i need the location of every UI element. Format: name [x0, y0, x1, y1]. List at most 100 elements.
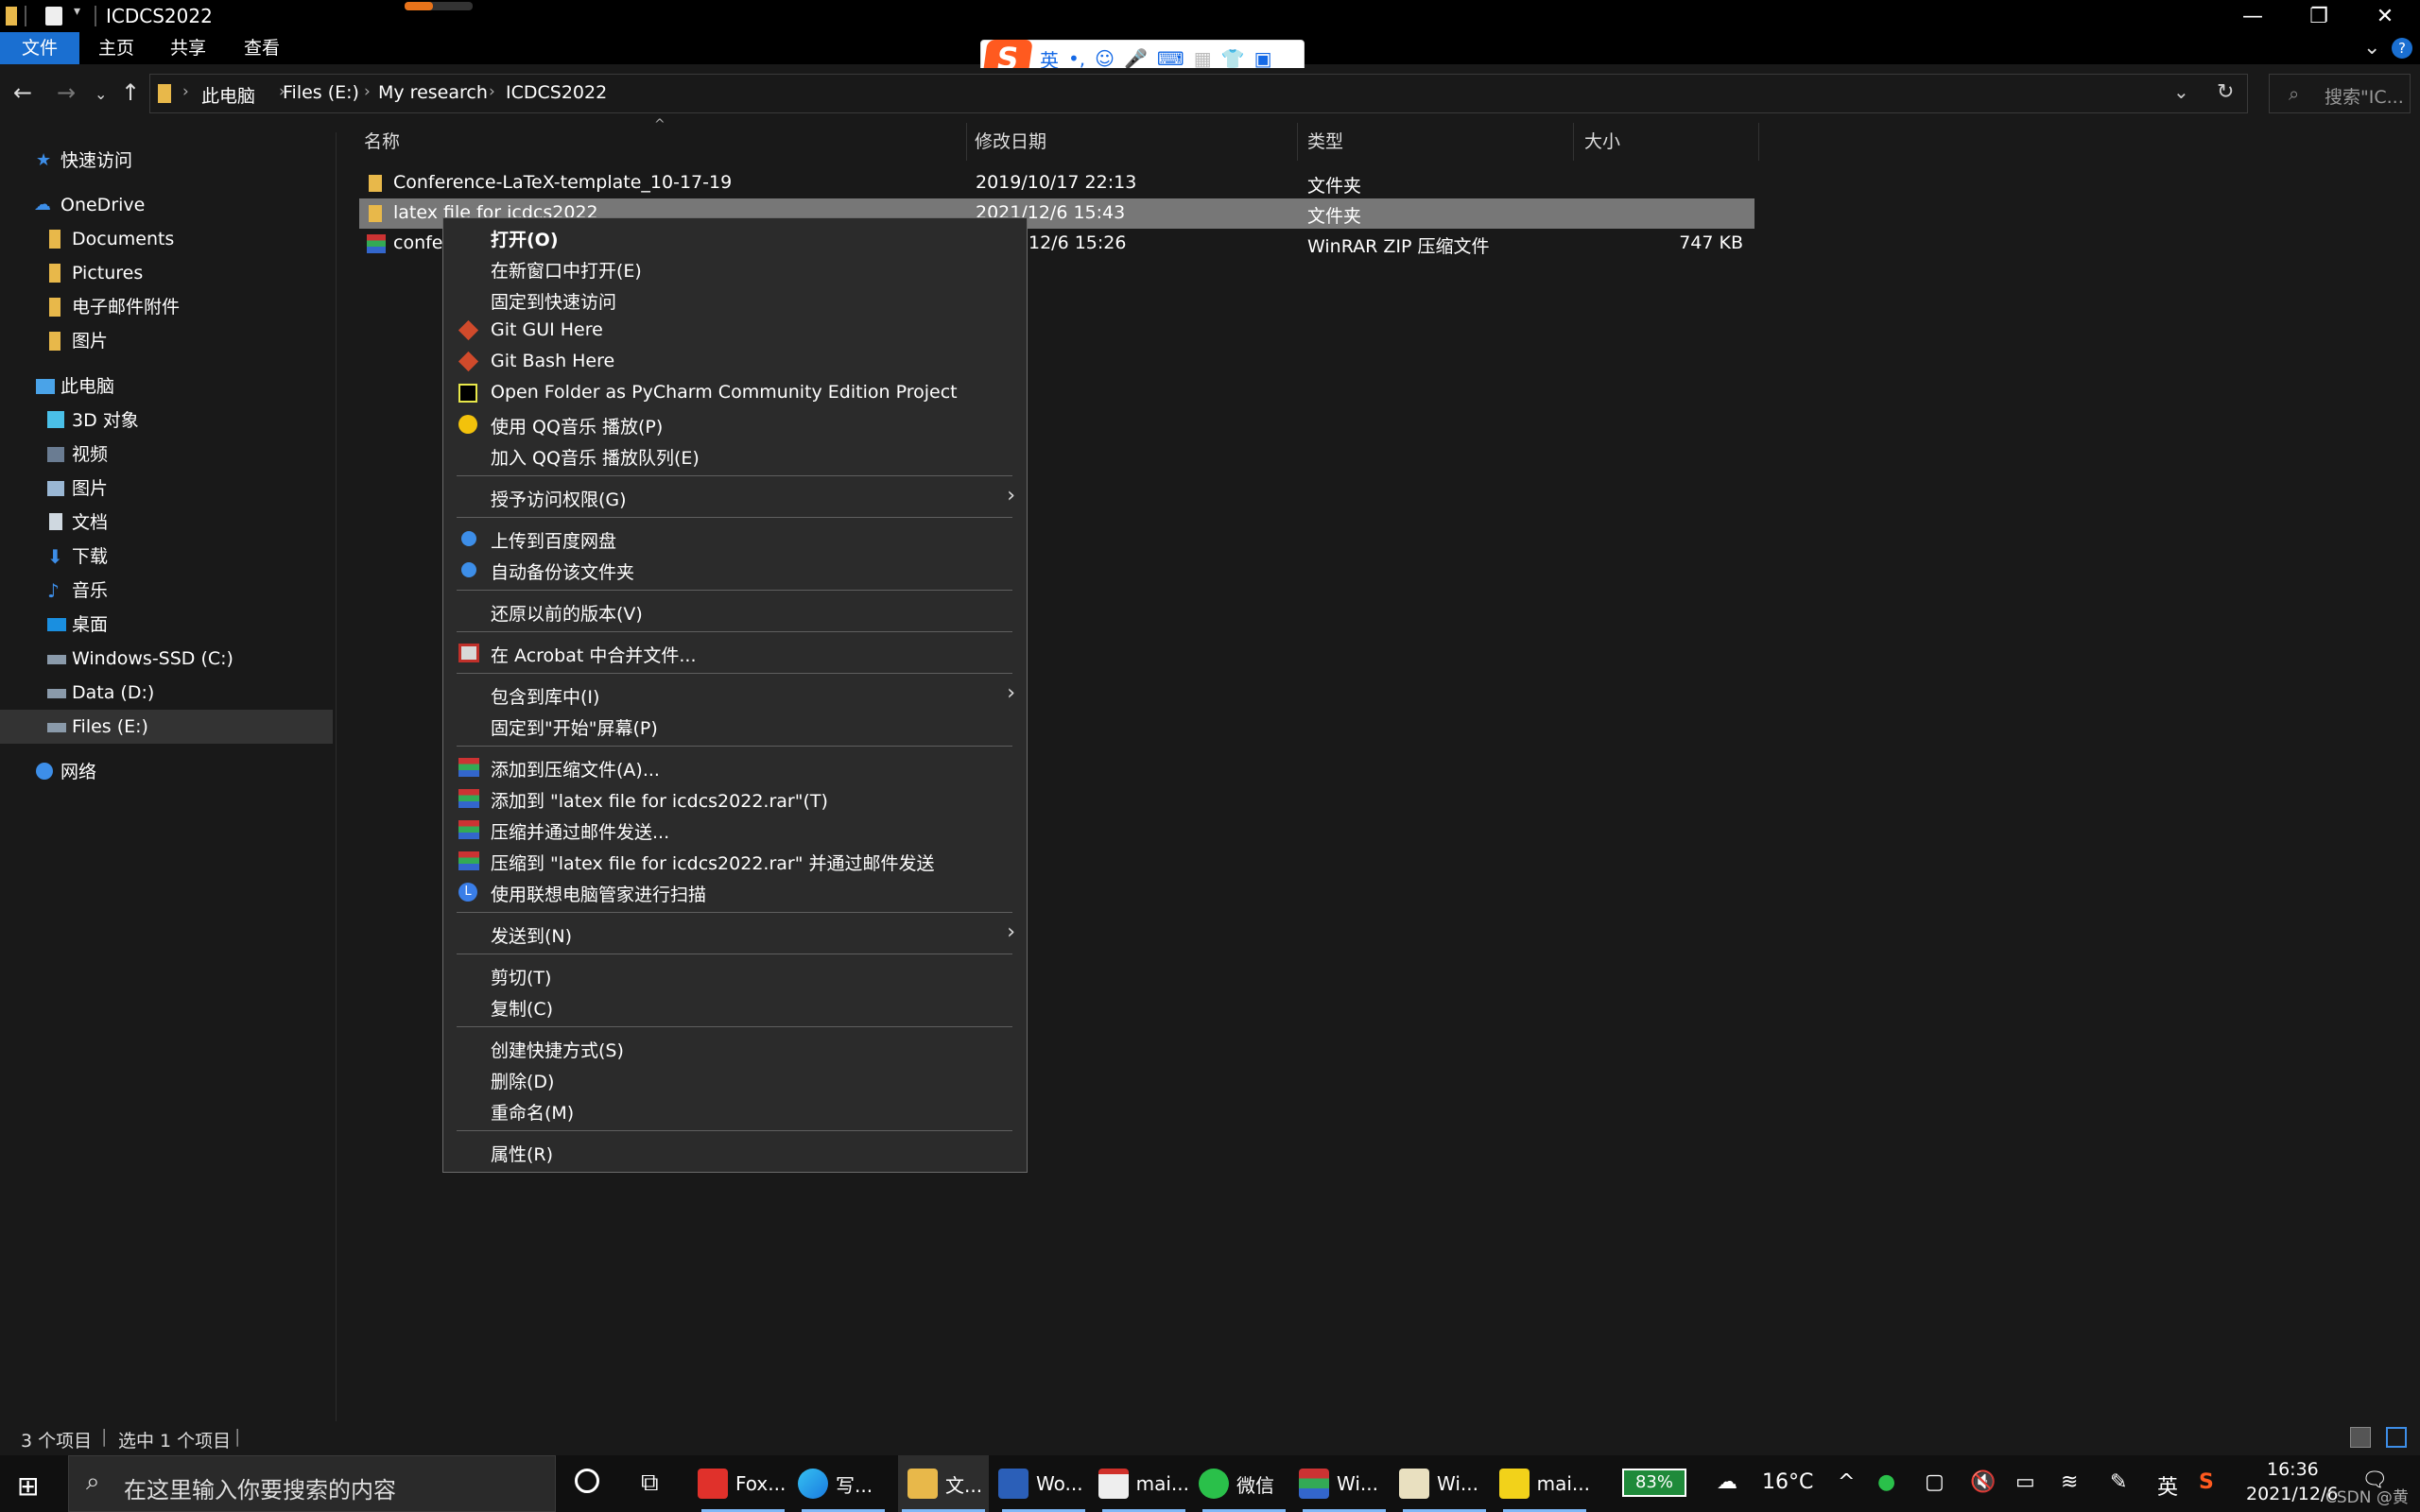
column-header-name[interactable]: 名称 [364, 128, 400, 153]
menu-item-git-bash[interactable]: Git Bash Here [443, 346, 1027, 377]
breadcrumb-icdcs2022[interactable]: ICDCS2022 [506, 82, 607, 103]
emoji-icon[interactable]: ☺ [1095, 47, 1115, 70]
menu-item-grant-access[interactable]: 授予访问权限(G) › [443, 481, 1027, 512]
column-divider[interactable] [1573, 123, 1574, 161]
tab-view[interactable]: 查看 [244, 32, 280, 64]
taskbar-app-winedt[interactable]: Wi... [1399, 1455, 1490, 1512]
recent-locations-icon[interactable]: ⌄ [95, 85, 107, 103]
menu-item-auto-backup[interactable]: 自动备份该文件夹 [443, 554, 1027, 585]
menu-item-compress-rar-email[interactable]: 压缩到 "latex file for icdcs2022.rar" 并通过邮件… [443, 845, 1027, 876]
skin-icon[interactable]: 👕 [1221, 47, 1245, 70]
menu-item-git-gui[interactable]: Git GUI Here [443, 315, 1027, 346]
windows-start-icon[interactable]: ⊞ [17, 1470, 39, 1502]
notifications-icon[interactable]: 🗨 [2361, 1469, 2388, 1492]
sidebar-item-3d-objects[interactable]: 3D 对象 [0, 404, 333, 438]
column-divider[interactable] [1758, 123, 1759, 161]
sidebar-item-desktop[interactable]: 桌面 [0, 608, 333, 642]
menu-item-copy[interactable]: 复制(C) [443, 990, 1027, 1022]
column-divider[interactable] [1297, 123, 1298, 161]
sidebar-item-documents-pc[interactable]: 文档 [0, 506, 333, 540]
sidebar-item-pictures[interactable]: Pictures [0, 256, 333, 290]
task-view-icon[interactable]: ⧉ [641, 1469, 659, 1498]
forward-button[interactable]: → [57, 79, 76, 106]
column-header-size[interactable]: 大小 [1584, 128, 1620, 153]
taskbar-app-pdf-main[interactable]: mai... [1098, 1455, 1189, 1512]
details-view-icon[interactable] [2350, 1427, 2371, 1448]
tab-share[interactable]: 共享 [170, 32, 206, 64]
taskbar-search-box[interactable]: ⌕ 在这里输入你要搜索的内容 [68, 1455, 556, 1512]
wifi-icon[interactable]: ≋ [2061, 1470, 2078, 1494]
back-button[interactable]: ← [13, 79, 32, 106]
sidebar-item-this-pc[interactable]: 此电脑 [0, 369, 333, 404]
sidebar-item-email-attachments[interactable]: 电子邮件附件 [0, 290, 333, 324]
close-button[interactable]: ✕ [2352, 0, 2418, 32]
properties-icon[interactable] [45, 7, 62, 26]
pen-icon[interactable]: ✎ [2110, 1470, 2127, 1494]
sidebar-item-pictures-pc[interactable]: 图片 [0, 472, 333, 506]
battery-indicator[interactable]: 83% [1622, 1469, 1686, 1497]
file-row[interactable]: Conference-LaTeX-template_10-17-19 2019/… [359, 168, 1754, 198]
breadcrumb-files-e[interactable]: Files (E:) [283, 82, 359, 103]
sidebar-item-documents[interactable]: Documents [0, 222, 333, 256]
minimize-button[interactable]: — [2220, 0, 2286, 32]
breadcrumb-this-pc[interactable]: 此电脑 [201, 82, 255, 108]
input-language[interactable]: 英 [2157, 1470, 2178, 1501]
wechat-tray-icon[interactable]: ● [1877, 1470, 1895, 1494]
sidebar-item-drive-d[interactable]: Data (D:) [0, 676, 333, 710]
menu-item-restore-versions[interactable]: 还原以前的版本(V) [443, 595, 1027, 627]
menu-item-add-to-rar[interactable]: 添加到 "latex file for icdcs2022.rar"(T) [443, 782, 1027, 814]
menu-item-properties[interactable]: 属性(R) [443, 1136, 1027, 1167]
taskbar-app-winrar[interactable]: Wi... [1299, 1455, 1390, 1512]
sidebar-item-music[interactable]: ♪ 音乐 [0, 574, 333, 608]
address-dropdown-icon[interactable]: ⌄ [2173, 80, 2189, 103]
menu-item-open-new-window[interactable]: 在新窗口中打开(E) [443, 252, 1027, 284]
sidebar-item-quick-access[interactable]: ★ 快速访问 [0, 144, 333, 178]
sidebar-item-drive-e[interactable]: Files (E:) [0, 710, 333, 744]
sidebar-item-onedrive-pictures[interactable]: 图片 [0, 324, 333, 358]
weather-temperature[interactable]: 16°C [1762, 1470, 1813, 1494]
column-divider[interactable] [966, 123, 967, 161]
sidebar-item-onedrive[interactable]: ☁ OneDrive [0, 188, 333, 222]
sogou-tray-icon[interactable]: S [2199, 1470, 2214, 1494]
taskbar-app-edge[interactable]: 写... [798, 1455, 889, 1512]
up-button[interactable]: ↑ [121, 79, 140, 106]
cortana-icon[interactable] [575, 1469, 599, 1493]
menu-item-open[interactable]: 打开(O) [443, 221, 1027, 252]
taskbar-app-wechat[interactable]: 微信 [1199, 1455, 1289, 1512]
help-icon[interactable]: ? [2392, 38, 2412, 59]
menu-item-create-shortcut[interactable]: 创建快捷方式(S) [443, 1032, 1027, 1063]
menu-item-acrobat-combine[interactable]: 在 Acrobat 中合并文件... [443, 637, 1027, 668]
column-header-modified[interactable]: 修改日期 [975, 128, 1046, 153]
taskbar-app-file-explorer[interactable]: 文... [898, 1455, 989, 1512]
menu-grid-icon[interactable]: ▣ [1254, 47, 1272, 70]
weather-cloud-icon[interactable]: ☁ [1717, 1470, 1737, 1494]
column-header-type[interactable]: 类型 [1307, 128, 1343, 153]
large-icons-view-icon[interactable] [2386, 1427, 2407, 1448]
ime-punctuation-toggle[interactable]: •, [1068, 47, 1085, 70]
quick-access-dropdown-icon[interactable]: ▾ [74, 4, 80, 19]
clock-time[interactable]: 16:36 [2267, 1459, 2319, 1480]
toolbox-icon[interactable]: ▦ [1194, 47, 1212, 70]
sidebar-item-downloads[interactable]: ⬇ 下载 [0, 540, 333, 574]
tab-home[interactable]: 主页 [98, 32, 134, 64]
microphone-icon[interactable]: 🎤 [1124, 47, 1148, 70]
refresh-icon[interactable]: ↻ [2217, 80, 2234, 104]
menu-item-pycharm[interactable]: Open Folder as PyCharm Community Edition… [443, 377, 1027, 408]
menu-item-include-library[interactable]: 包含到库中(I) › [443, 679, 1027, 710]
volume-muted-icon[interactable]: 🔇 [1970, 1470, 1996, 1494]
address-bar[interactable]: › 此电脑 › Files (E:) › My research › ICDCS… [149, 74, 2248, 113]
keyboard-icon[interactable]: ⌨ [1157, 47, 1184, 70]
tab-file[interactable]: 文件 [0, 32, 79, 64]
menu-item-pin-quick-access[interactable]: 固定到快速访问 [443, 284, 1027, 315]
taskbar-app-pdf-reader[interactable]: mai... [1499, 1455, 1590, 1512]
screenshot-tray-icon[interactable]: ▢ [1925, 1470, 1945, 1494]
maximize-button[interactable]: ❐ [2286, 0, 2352, 32]
menu-item-upload-baidu[interactable]: 上传到百度网盘 [443, 523, 1027, 554]
menu-item-rename[interactable]: 重命名(M) [443, 1094, 1027, 1125]
taskbar-app-foxit[interactable]: Fox... [698, 1455, 788, 1512]
breadcrumb-my-research[interactable]: My research [378, 82, 488, 103]
menu-item-pin-start[interactable]: 固定到"开始"屏幕(P) [443, 710, 1027, 741]
sidebar-item-network[interactable]: 网络 [0, 755, 333, 789]
show-hidden-icons-icon[interactable]: ^ [1838, 1470, 1855, 1494]
battery-tray-icon[interactable]: ▭ [2015, 1470, 2035, 1494]
